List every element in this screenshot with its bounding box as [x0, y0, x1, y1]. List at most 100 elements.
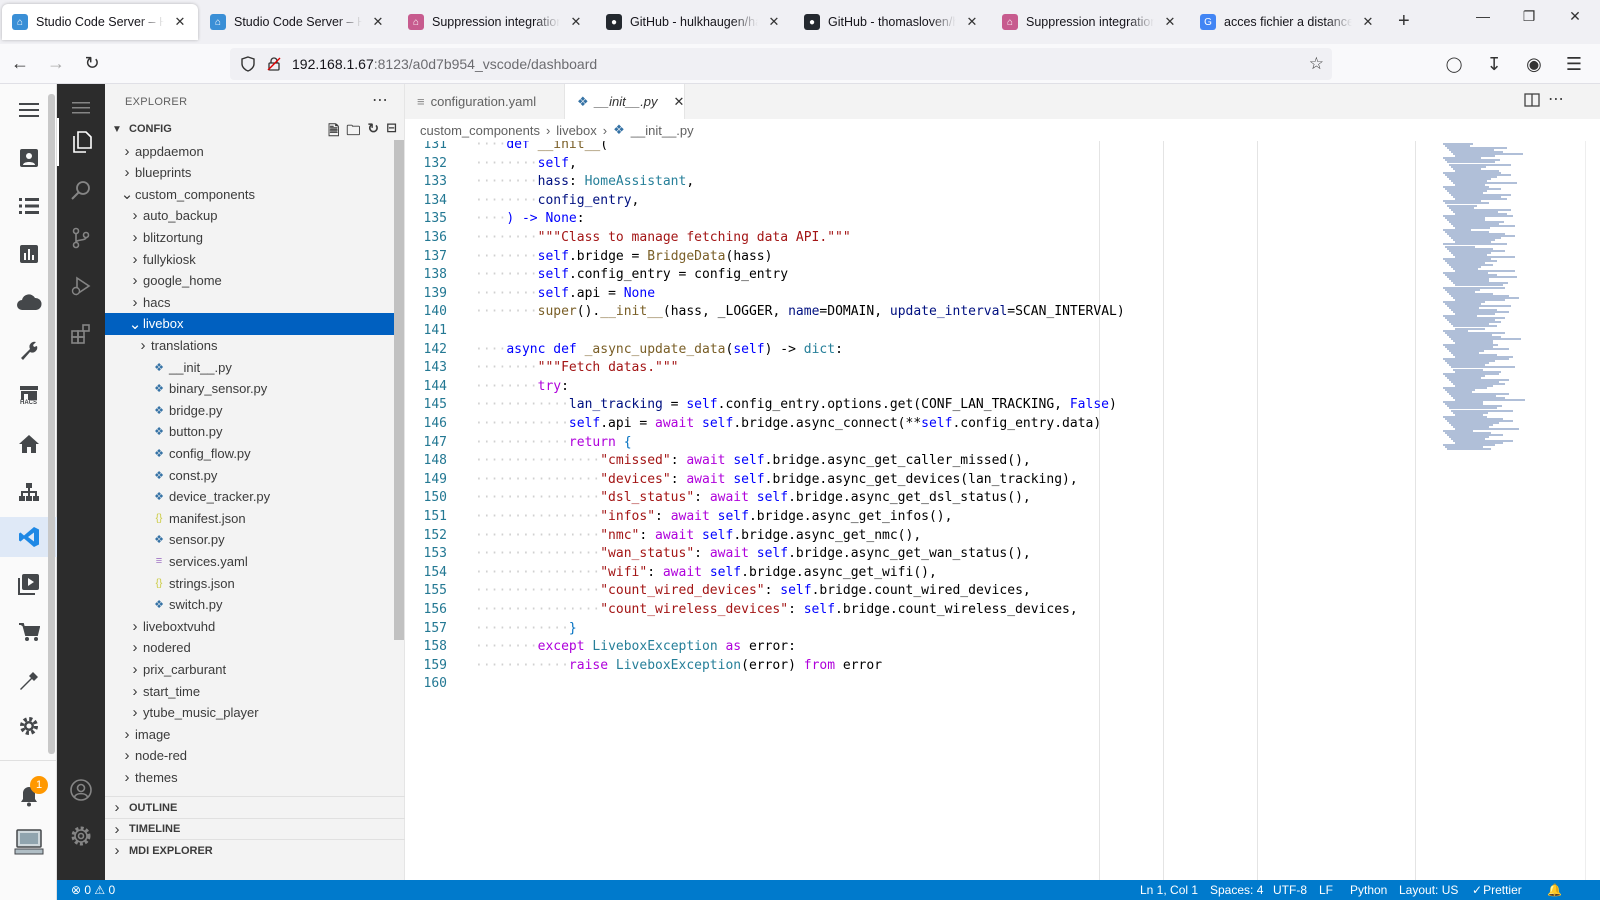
- problems-indicator[interactable]: ⊗ 0 ⚠ 0: [71, 883, 115, 897]
- forward-icon[interactable]: →: [40, 48, 72, 80]
- close-tab-icon[interactable]: ✕: [172, 14, 188, 30]
- section-outline[interactable]: › OUTLINE: [105, 796, 405, 818]
- ha-sidebar-scrollbar[interactable]: [48, 94, 55, 754]
- notifications-bell-icon[interactable]: 🔔: [1547, 883, 1562, 897]
- file-item[interactable]: {} manifest.json: [105, 507, 395, 529]
- code-token: None: [545, 211, 577, 227]
- file-item[interactable]: ❖ button.py: [105, 421, 395, 443]
- browser-tab[interactable]: ⌂ Suppression integration - ✕: [398, 4, 594, 40]
- back-icon[interactable]: ←: [4, 48, 36, 80]
- keyboard-layout[interactable]: Layout: US: [1399, 883, 1458, 897]
- minimize-icon[interactable]: —: [1460, 8, 1506, 25]
- folder-item[interactable]: › hacs: [105, 291, 395, 313]
- file-item[interactable]: {} strings.json: [105, 572, 395, 594]
- ha-notifications-bell-icon[interactable]: 1: [0, 776, 57, 816]
- reload-icon[interactable]: ↻: [76, 48, 108, 80]
- file-item[interactable]: ❖ bridge.py: [105, 399, 395, 421]
- file-item[interactable]: ≡ services.yaml: [105, 550, 395, 572]
- indentation-setting[interactable]: Spaces: 4: [1210, 883, 1263, 897]
- browser-tab[interactable]: ⌂ Studio Code Server – Hom ✕: [200, 4, 396, 40]
- close-tab-icon[interactable]: ✕: [1360, 14, 1376, 30]
- browser-tab[interactable]: Gacces fichier a distance ho ✕: [1190, 4, 1386, 40]
- close-tab-icon[interactable]: ✕: [1162, 14, 1178, 30]
- browser-tab[interactable]: ● GitHub - hulkhaugen/has ✕: [596, 4, 792, 40]
- new-tab-button[interactable]: +: [1398, 10, 1410, 33]
- language-mode[interactable]: Python: [1350, 883, 1387, 897]
- file-item[interactable]: ❖ config_flow.py: [105, 442, 395, 464]
- file-item[interactable]: ❖ device_tracker.py: [105, 486, 395, 508]
- browser-tab[interactable]: ⌂ Suppression integration - ✕: [992, 4, 1188, 40]
- cursor-position[interactable]: Ln 1, Col 1: [1140, 883, 1198, 897]
- ha-user-profile-icon[interactable]: [0, 822, 57, 862]
- search-icon[interactable]: [57, 166, 105, 214]
- breadcrumb-item[interactable]: livebox: [556, 123, 596, 138]
- breadcrumb-item[interactable]: custom_components: [420, 123, 540, 138]
- insecure-lock-icon[interactable]: [266, 56, 282, 72]
- section-mdi-explorer[interactable]: › MDI EXPLORER: [105, 839, 405, 861]
- close-editor-tab-icon[interactable]: ✕: [674, 94, 685, 110]
- code-editor[interactable]: 131 ····def __init__(132 ········self, 133 ·…: [405, 141, 1435, 880]
- config-section-header[interactable]: ▼ CONFIG 🗎 🗀 ↻ ⊟: [105, 118, 405, 140]
- downloads-icon[interactable]: ↧: [1478, 48, 1510, 80]
- editor-more-actions-icon[interactable]: ⋯: [1548, 89, 1564, 109]
- eol-setting[interactable]: LF: [1319, 883, 1333, 897]
- folder-item[interactable]: › liveboxtvuhd: [105, 615, 395, 637]
- folder-item[interactable]: › themes: [105, 766, 395, 788]
- pocket-icon[interactable]: ◯: [1438, 48, 1470, 80]
- browser-tab[interactable]: ⌂ Studio Code Server – Hom ✕: [2, 4, 198, 40]
- source-control-icon[interactable]: [57, 214, 105, 262]
- section-timeline[interactable]: › TIMELINE: [105, 817, 405, 840]
- manage-gear-icon[interactable]: [57, 812, 105, 860]
- close-tab-icon[interactable]: ✕: [370, 14, 386, 30]
- browser-tab[interactable]: ● GitHub - thomasloven/ha ✕: [794, 4, 990, 40]
- file-item[interactable]: ❖ binary_sensor.py: [105, 378, 395, 400]
- split-editor-icon[interactable]: [1524, 92, 1540, 111]
- run-debug-icon[interactable]: [57, 262, 105, 310]
- accounts-icon[interactable]: [57, 766, 105, 814]
- folder-item[interactable]: › nodered: [105, 637, 395, 659]
- folder-item[interactable]: › auto_backup: [105, 205, 395, 227]
- folder-item[interactable]: ⌄ custom_components: [105, 183, 395, 205]
- prettier-status[interactable]: ✓ Prettier: [1472, 883, 1522, 897]
- bookmark-star-icon[interactable]: ☆: [1309, 54, 1324, 74]
- editor-scrollbar[interactable]: [1585, 141, 1600, 880]
- folder-item[interactable]: › node-red: [105, 745, 395, 767]
- indent-guide: ········: [475, 378, 538, 394]
- code-token: "nmc": [600, 527, 640, 543]
- close-tab-icon[interactable]: ✕: [964, 14, 980, 30]
- folder-item[interactable]: › image: [105, 723, 395, 745]
- extensions-icon[interactable]: [57, 310, 105, 358]
- folder-item[interactable]: › ytube_music_player: [105, 702, 395, 724]
- minimap[interactable]: [1435, 141, 1585, 880]
- folder-item[interactable]: › prix_carburant: [105, 658, 395, 680]
- restore-icon[interactable]: ❐: [1506, 8, 1552, 25]
- file-item[interactable]: ❖ sensor.py: [105, 529, 395, 551]
- folder-item[interactable]: › appdaemon: [105, 140, 395, 162]
- code-token: self: [537, 285, 569, 301]
- file-item[interactable]: ❖ const.py: [105, 464, 395, 486]
- close-window-icon[interactable]: ✕: [1552, 8, 1598, 25]
- encoding-setting[interactable]: UTF-8: [1273, 883, 1307, 897]
- tab-init-py[interactable]: ❖ __init__.py ✕: [565, 84, 685, 119]
- folder-item[interactable]: › translations: [105, 334, 395, 356]
- close-tab-icon[interactable]: ✕: [766, 14, 782, 30]
- folder-item[interactable]: ⌄ livebox: [105, 312, 395, 335]
- folder-item[interactable]: › blitzortung: [105, 226, 395, 248]
- breadcrumb-item[interactable]: __init__.py: [631, 123, 694, 138]
- file-item[interactable]: ❖ __init__.py: [105, 356, 395, 378]
- folder-item[interactable]: › start_time: [105, 680, 395, 702]
- close-tab-icon[interactable]: ✕: [568, 14, 584, 30]
- tree-item-label: node-red: [135, 748, 188, 764]
- url-bar[interactable]: 192.168.1.67:8123/a0d7b954_vscode/dashbo…: [230, 48, 1332, 80]
- account-icon[interactable]: ◉: [1518, 48, 1550, 80]
- explorer-scrollbar[interactable]: [394, 140, 404, 640]
- tab-configuration-yaml[interactable]: ≡ configuration.yaml: [405, 84, 565, 119]
- folder-item[interactable]: › google_home: [105, 270, 395, 292]
- folder-item[interactable]: › blueprints: [105, 162, 395, 184]
- more-actions-icon[interactable]: ⋯: [372, 90, 388, 110]
- explorer-files-icon[interactable]: [57, 118, 105, 166]
- file-item[interactable]: ❖ switch.py: [105, 594, 395, 616]
- hamburger-menu-icon[interactable]: ☰: [1558, 48, 1590, 80]
- folder-item[interactable]: › fullykiosk: [105, 248, 395, 270]
- shield-icon[interactable]: [240, 56, 256, 72]
